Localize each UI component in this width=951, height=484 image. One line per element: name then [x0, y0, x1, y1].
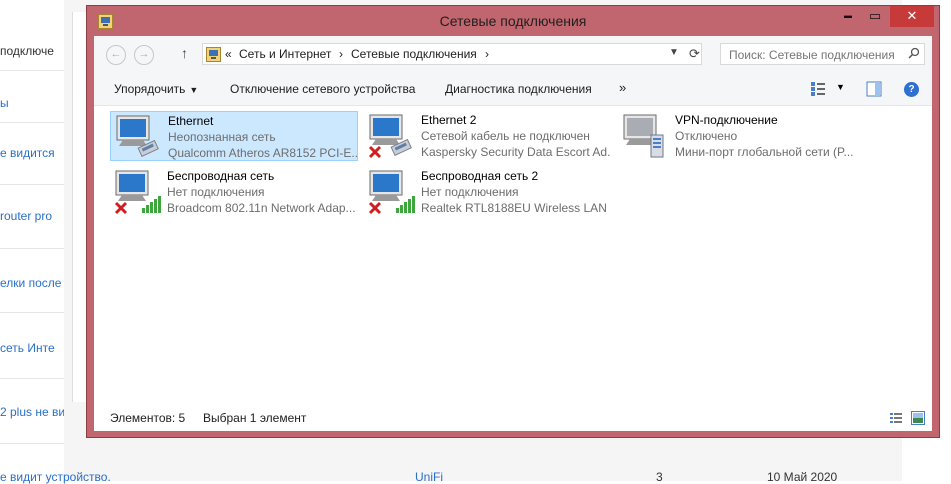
ethernet-adapter-icon: [368, 114, 412, 159]
connection-adapter: Realtek RTL8188EU Wireless LAN ...: [421, 201, 611, 215]
wireless-adapter-icon: [114, 170, 161, 215]
refresh-icon[interactable]: ⟳: [689, 46, 700, 62]
connection-ethernet[interactable]: Ethernet Неопознанная сеть Qualcomm Athe…: [110, 111, 358, 161]
connection-status: Отключено: [675, 129, 738, 143]
ethernet-adapter-icon: [116, 115, 159, 157]
error-x-icon: [114, 201, 128, 215]
connection-status: Сетевой кабель не подключен: [421, 129, 590, 143]
up-button[interactable]: ↑: [181, 45, 188, 61]
search-input[interactable]: [727, 45, 909, 65]
connection-status: Нет подключения: [167, 185, 265, 199]
wireless-adapter-icon: [368, 170, 415, 215]
background-list-item[interactable]: 2 plus не види: [0, 405, 64, 419]
help-icon[interactable]: ?: [904, 82, 919, 97]
connection-status: Нет подключения: [421, 185, 519, 199]
connection-wireless-2[interactable]: Беспроводная сеть 2 Нет подключения Real…: [364, 167, 612, 217]
window-client: ← → ↑ « Сеть и Интернет › Сетевые подклю…: [94, 36, 932, 431]
breadcrumb-network-internet[interactable]: Сеть и Интернет: [239, 47, 331, 61]
background-row-replies: 3: [656, 470, 663, 484]
status-bar: Элементов: 5 Выбран 1 элемент: [94, 406, 932, 431]
large-icons-view-icon[interactable]: [911, 411, 925, 425]
connection-adapter: Broadcom 802.11n Network Adap...: [167, 201, 356, 215]
diagnose-connection-button[interactable]: Диагностика подключения: [445, 82, 592, 96]
command-bar: Упорядочить ▼ Отключение сетевого устройс…: [94, 73, 932, 106]
connection-name: Ethernet 2: [421, 113, 477, 127]
connection-name: Ethernet: [168, 114, 214, 128]
window-title: Сетевые подключения: [439, 13, 587, 29]
close-button[interactable]: ✕: [890, 6, 934, 27]
signal-bars-icon: [396, 196, 415, 213]
background-list-item[interactable]: сеть Инте: [0, 341, 64, 355]
background-list-item[interactable]: router pro: [0, 209, 64, 223]
back-button[interactable]: ←: [106, 45, 126, 65]
signal-bars-icon: [142, 196, 161, 213]
connection-adapter: Мини-порт глобальной сети (P...: [675, 145, 854, 159]
divider: [0, 184, 64, 185]
divider: [0, 248, 64, 249]
view-options-icon[interactable]: [810, 81, 826, 97]
connection-name: VPN-подключение: [675, 113, 778, 127]
breadcrumb-network-connections[interactable]: Сетевые подключения: [351, 47, 477, 61]
search-box[interactable]: [720, 43, 925, 65]
organize-label: Упорядочить: [114, 82, 186, 96]
connection-adapter: Qualcomm Atheros AR8152 PCI-E...: [168, 146, 358, 160]
connection-adapter: Kaspersky Security Data Escort Ad...: [421, 145, 611, 159]
breadcrumb-separator[interactable]: ›: [485, 47, 489, 61]
title-bar[interactable]: Сетевые подключения ▬ ▭ ✕: [87, 6, 939, 36]
connection-name: Беспроводная сеть: [167, 169, 275, 183]
chevron-down-icon[interactable]: ▼: [669, 47, 679, 58]
divider: [0, 443, 64, 444]
disable-device-button[interactable]: Отключение сетевого устройства: [230, 82, 415, 96]
selected-count: Выбран 1 элемент: [203, 411, 307, 425]
background-row-author[interactable]: UniFi: [415, 470, 443, 484]
arrow-left-icon: ←: [110, 48, 122, 60]
error-x-icon: [368, 145, 382, 159]
background-list-item[interactable]: елки после: [0, 276, 64, 290]
items-count: Элементов: 5: [110, 411, 186, 425]
more-commands-button[interactable]: »: [619, 80, 626, 95]
address-bar[interactable]: « Сеть и Интернет › Сетевые подключения …: [202, 43, 702, 65]
connection-status: Неопознанная сеть: [168, 130, 276, 144]
connection-vpn[interactable]: VPN-подключение Отключено Мини-порт глоб…: [618, 111, 866, 161]
divider: [0, 378, 64, 379]
connection-wireless[interactable]: Беспроводная сеть Нет подключения Broadc…: [110, 167, 358, 217]
preview-pane-icon[interactable]: [866, 81, 882, 97]
details-view-icon[interactable]: [889, 411, 903, 425]
maximize-button[interactable]: ▭: [862, 6, 888, 27]
background-list-item[interactable]: подключе: [0, 44, 64, 58]
arrow-right-icon: →: [138, 48, 150, 60]
divider: [0, 70, 64, 71]
arrow-up-icon: ↑: [181, 45, 188, 61]
minimize-button[interactable]: ▬: [835, 6, 861, 27]
connection-ethernet-2[interactable]: Ethernet 2 Сетевой кабель не подключен K…: [364, 111, 612, 161]
error-x-icon: [368, 201, 382, 215]
breadcrumb-separator[interactable]: ›: [339, 47, 343, 61]
navigation-bar: ← → ↑ « Сеть и Интернет › Сетевые подклю…: [94, 36, 932, 73]
background-forum-list: подключе ы е видится router pro елки пос…: [0, 0, 65, 481]
background-list-item[interactable]: ы: [0, 96, 64, 110]
vpn-adapter-icon: [623, 114, 664, 158]
organize-button[interactable]: Упорядочить ▼: [114, 82, 198, 96]
divider: [0, 312, 64, 313]
forward-button[interactable]: →: [134, 45, 154, 65]
background-list-item[interactable]: е видится: [0, 146, 64, 160]
network-connections-window: Сетевые подключения ▬ ▭ ✕ ← → ↑ « Сеть и…: [86, 5, 940, 438]
background-row-date: 10 Май 2020: [767, 470, 838, 484]
background-row-title[interactable]: е видит устройство.: [0, 470, 111, 484]
search-icon[interactable]: [908, 47, 920, 59]
chevron-down-icon[interactable]: ▼: [836, 82, 845, 92]
divider: [0, 122, 64, 123]
chevron-down-icon: ▼: [189, 85, 199, 95]
connection-name: Беспроводная сеть 2: [421, 169, 539, 183]
network-folder-icon: [206, 47, 221, 62]
breadcrumb-prefix[interactable]: «: [225, 47, 232, 61]
